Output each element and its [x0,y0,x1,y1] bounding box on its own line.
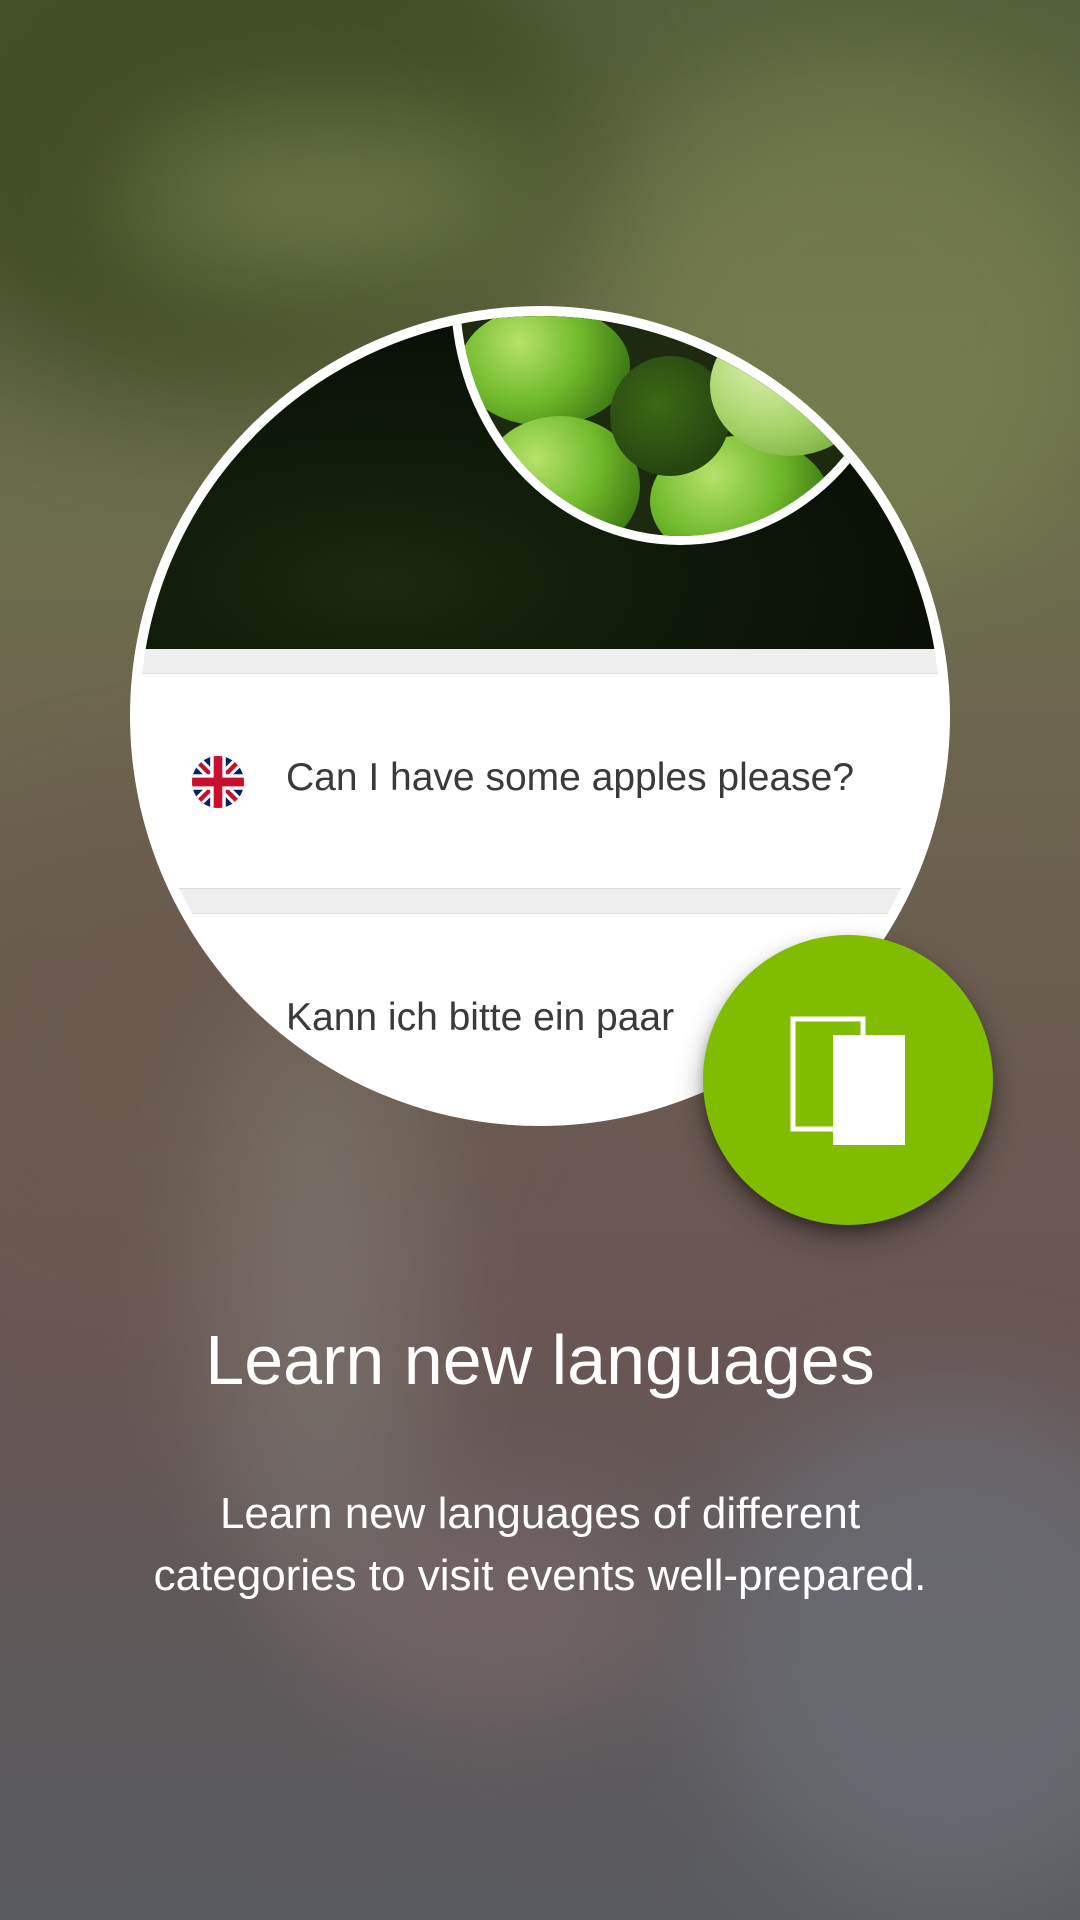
flashcards-button[interactable] [703,935,993,1225]
onboarding-title: Learn new languages [205,1321,875,1399]
onboarding-description: Learn new languages of different categor… [90,1483,990,1607]
card-divider [140,649,940,674]
description-line: categories to visit events well-prepared… [153,1551,927,1600]
united-kingdom-flag-icon [192,756,244,808]
cards-icon [790,1016,905,1145]
german-phrase: Kann ich bitte ein paar [286,996,675,1039]
card-divider [140,888,940,914]
english-phrase: Can I have some apples please? [286,756,855,799]
description-line: Learn new languages of different [219,1489,861,1538]
